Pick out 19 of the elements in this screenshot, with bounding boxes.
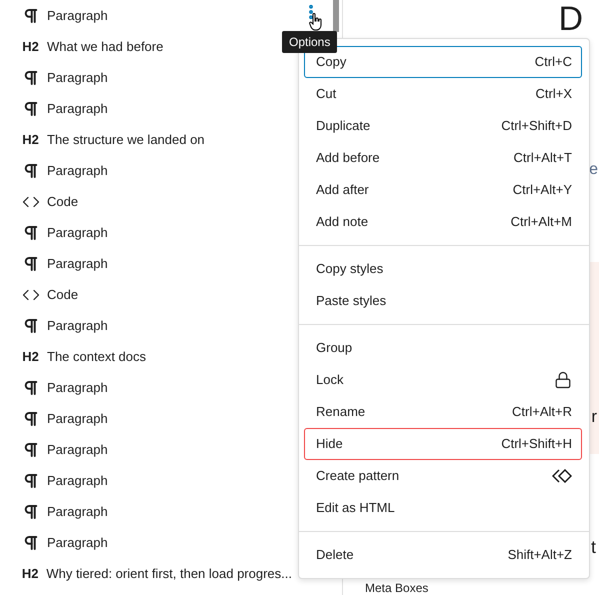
callout-text: r xyxy=(591,406,597,428)
shortcut-text: Ctrl+Shift+H xyxy=(501,435,572,454)
shortcut-text: Ctrl+Alt+Y xyxy=(512,181,572,200)
heading-level: H2 xyxy=(22,130,39,149)
post-title: D xyxy=(558,2,583,36)
post-meta: e xyxy=(589,160,598,180)
shortcut-text: Ctrl+Shift+D xyxy=(501,117,572,136)
heading-level: H2 xyxy=(22,38,39,56)
tooltip: Options xyxy=(282,31,338,53)
shortcut-text: Ctrl+C xyxy=(534,53,572,72)
shortcut-text: Ctrl+Alt+R xyxy=(512,403,572,422)
shortcut-text: Ctrl+X xyxy=(536,85,572,104)
shortcut-text: Shift+Alt+Z xyxy=(508,546,572,564)
shortcut-text: Ctrl+Alt+T xyxy=(513,149,572,168)
meta-boxes-label: Meta Boxes xyxy=(365,582,430,595)
body-text: t xyxy=(590,536,596,558)
heading-level: H2 xyxy=(22,348,39,366)
heading-level: H2 xyxy=(22,564,38,583)
shortcut-text: Ctrl+Alt+M xyxy=(510,213,572,232)
